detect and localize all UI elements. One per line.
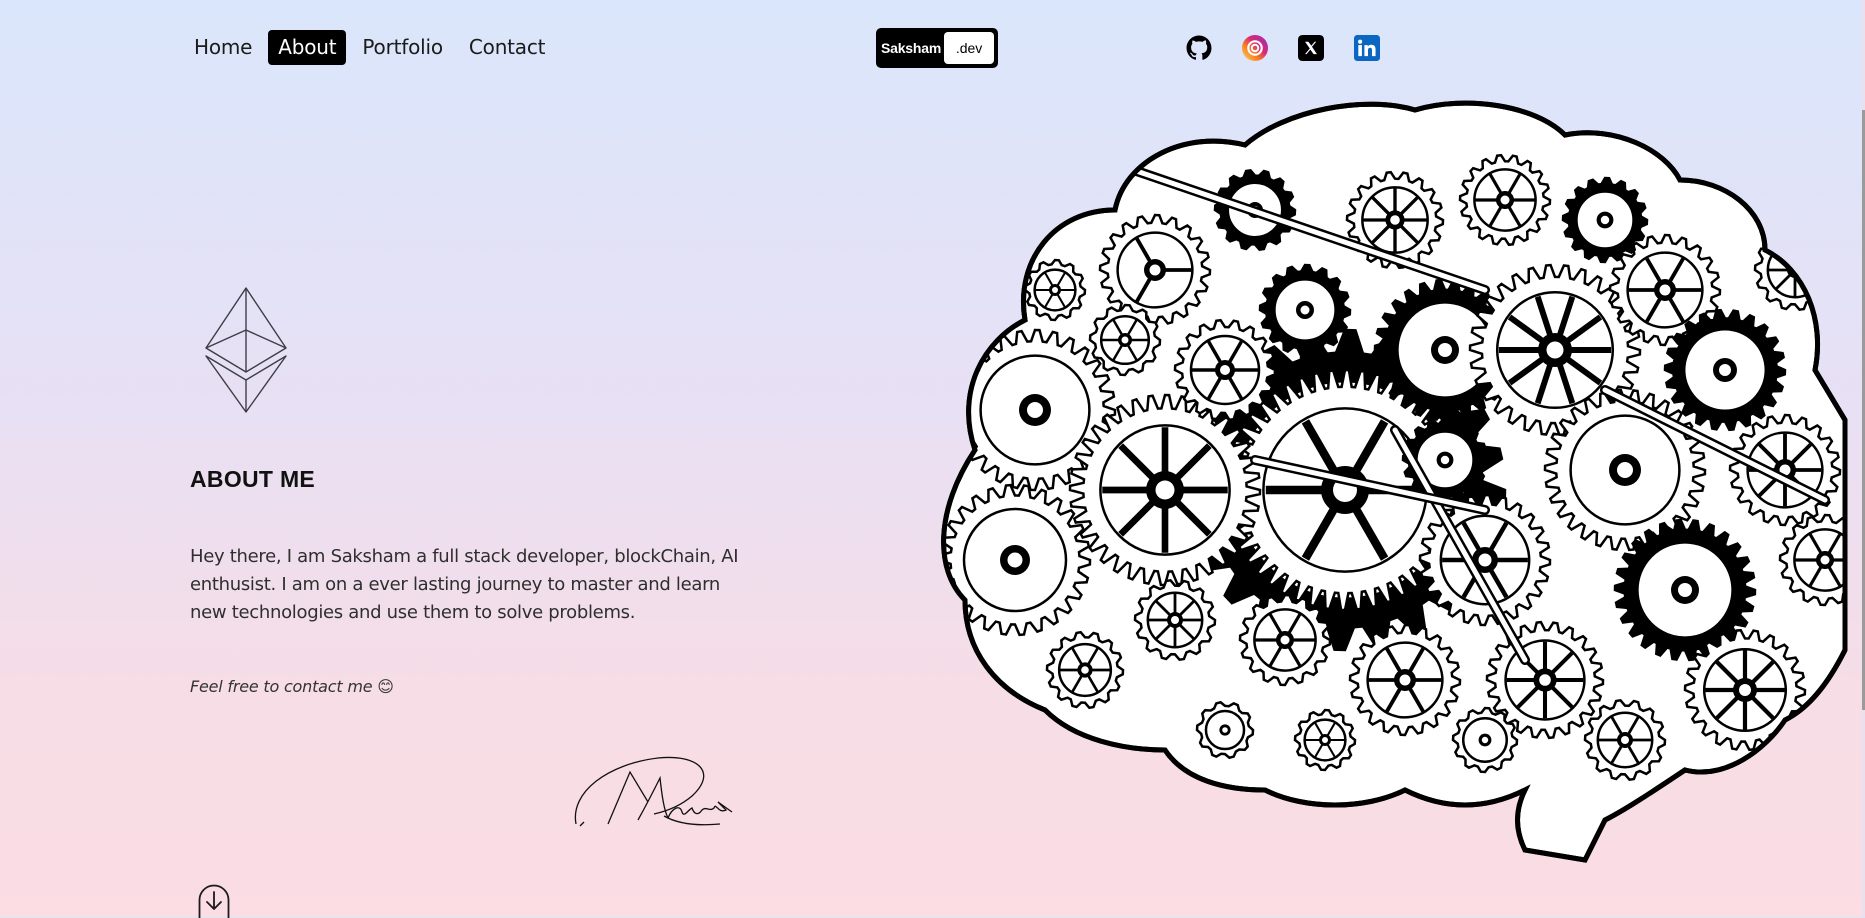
- gear-shape: [1238, 593, 1332, 687]
- gear-shape: [1258, 263, 1352, 357]
- x-twitter-icon[interactable]: [1298, 35, 1324, 61]
- gear-brain-illustration: [941, 100, 1848, 863]
- logo-suffix: .dev: [944, 32, 994, 64]
- about-title: ABOUT ME: [190, 466, 316, 492]
- nav-portfolio[interactable]: Portfolio: [352, 30, 452, 65]
- main-nav: Home About Portfolio Contact: [184, 30, 555, 65]
- linkedin-icon[interactable]: [1354, 35, 1380, 61]
- gear-shape: [1561, 176, 1649, 264]
- site-logo[interactable]: Saksham .dev: [876, 28, 998, 68]
- github-icon[interactable]: [1186, 35, 1212, 61]
- scroll-down-icon[interactable]: [198, 884, 230, 918]
- signature-image: [574, 756, 733, 827]
- nav-contact[interactable]: Contact: [459, 30, 555, 65]
- instagram-icon[interactable]: [1242, 35, 1268, 61]
- nav-about[interactable]: About: [268, 30, 347, 65]
- gear-shape: [1778, 513, 1846, 607]
- logo-name: Saksham: [881, 40, 942, 56]
- about-description: Hey there, I am Saksham a full stack dev…: [190, 546, 739, 623]
- contact-prompt: Feel free to contact me 😊: [190, 677, 394, 696]
- ethereum-icon: [205, 287, 287, 413]
- nav-home[interactable]: Home: [184, 30, 262, 65]
